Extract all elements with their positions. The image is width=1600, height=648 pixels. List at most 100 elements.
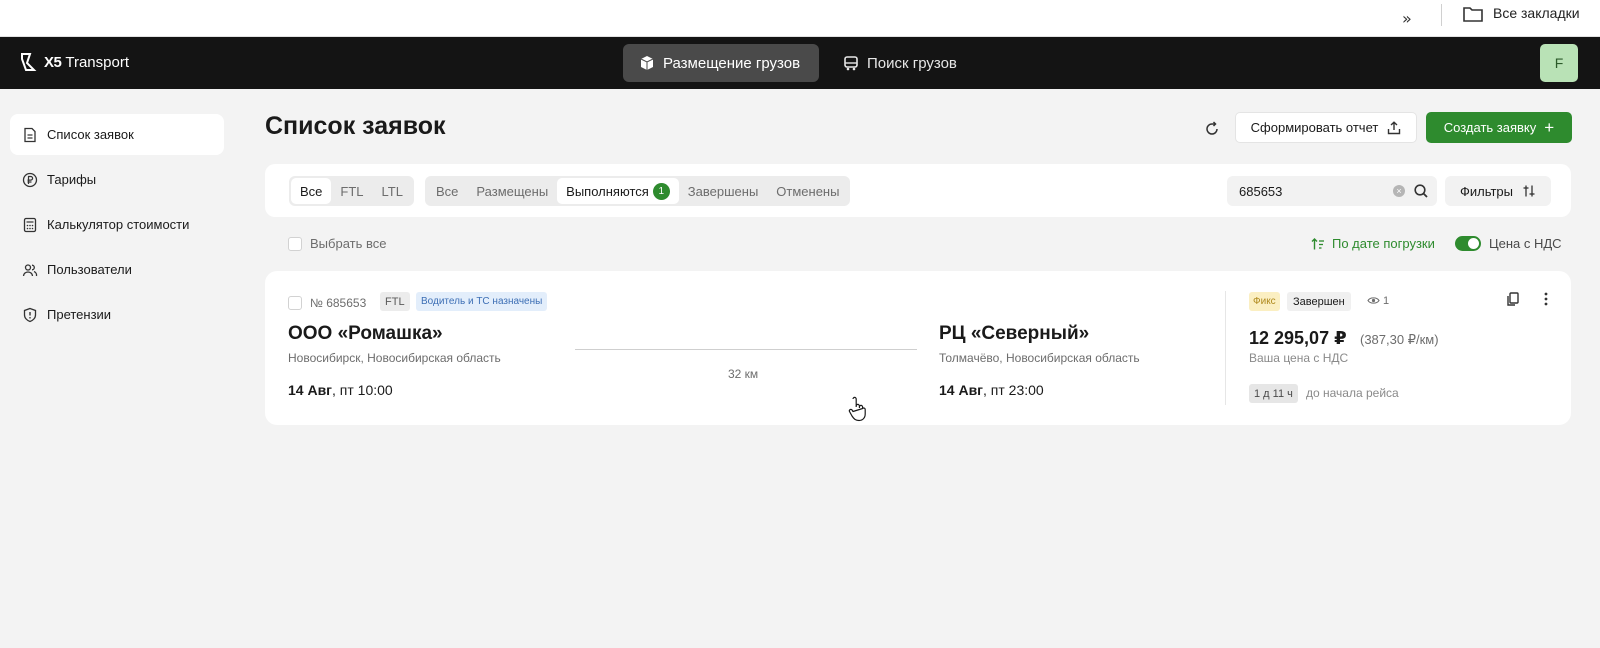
upload-icon <box>1388 120 1401 134</box>
sender-name: ООО «Ромашка» <box>288 323 443 344</box>
vat-price-toggle[interactable]: Цена с НДС <box>1455 236 1562 251</box>
time-to-start-tag: 1 д 11 ч <box>1249 384 1298 403</box>
refresh-button[interactable] <box>1200 117 1224 141</box>
price-type-tag: Фикс <box>1249 292 1280 311</box>
unloading-datetime: 14 Авг, пт 23:00 <box>939 382 1044 398</box>
views-counter: 1 <box>1367 294 1389 307</box>
users-icon <box>22 263 38 276</box>
order-checkbox[interactable] <box>288 296 302 310</box>
tab-label: Выполняются <box>566 183 649 199</box>
count-badge: 1 <box>652 182 670 200</box>
sidebar-item-calculator[interactable]: Калькулятор стоимости <box>10 204 224 245</box>
user-avatar[interactable]: F <box>1540 44 1578 82</box>
receiver-name: РЦ «Северный» <box>939 323 1090 344</box>
ruble-coin-icon <box>22 172 38 187</box>
sort-label: По дате погрузки <box>1332 236 1435 251</box>
tab-type-ltl[interactable]: LTL <box>373 178 412 204</box>
calculator-icon <box>23 217 37 232</box>
select-all[interactable]: Выбрать все <box>288 236 386 251</box>
document-icon <box>24 127 36 142</box>
loading-date: 14 Авг <box>288 382 333 398</box>
price-per-km: (387,30 ₽/км) <box>1360 332 1439 347</box>
order-price: 12 295,07 ₽ <box>1249 328 1347 348</box>
sort-icon <box>1311 237 1324 249</box>
tab-type-ftl[interactable]: FTL <box>331 178 372 204</box>
copy-icon[interactable] <box>1505 291 1521 307</box>
sidebar-item-claims[interactable]: Претензии <box>10 294 224 335</box>
select-all-label: Выбрать все <box>310 236 387 251</box>
select-all-checkbox[interactable] <box>288 236 302 251</box>
search-input[interactable] <box>1239 183 1379 199</box>
box-icon <box>640 56 654 70</box>
sidebar-item-orders[interactable]: Список заявок <box>10 114 224 155</box>
search-field: × <box>1227 176 1437 206</box>
sender-city: Новосибирск, Новосибирская область <box>288 351 501 365</box>
search-icon[interactable] <box>1413 183 1429 199</box>
plus-icon: + <box>1544 118 1555 137</box>
time-to-start-caption: до начала рейса <box>1306 386 1399 400</box>
more-vertical-icon[interactable] <box>1538 291 1554 307</box>
unloading-time: , пт 23:00 <box>983 382 1044 398</box>
order-number: № 685653 <box>310 296 367 310</box>
transport-type-tag: FTL <box>380 292 410 311</box>
loading-time: , пт 10:00 <box>332 382 393 398</box>
route-line <box>575 349 917 350</box>
vat-toggle-label: Цена с НДС <box>1489 236 1562 251</box>
page-title: Список заявок <box>265 112 446 140</box>
tab-cargo-search[interactable]: Поиск грузов <box>827 44 977 82</box>
unloading-date: 14 Авг <box>939 382 984 398</box>
clear-icon[interactable]: × <box>1393 185 1405 197</box>
x5-transport-logo[interactable]: X5 Transport <box>20 51 129 73</box>
all-bookmarks-link[interactable]: Все закладки <box>1493 4 1580 22</box>
tab-status-placed[interactable]: Размещены <box>467 178 557 204</box>
chevron-double-right-icon[interactable]: » <box>1402 9 1412 28</box>
filters-button[interactable]: Фильтры <box>1445 176 1551 206</box>
tab-label: Поиск грузов <box>867 54 957 72</box>
status-tabs: Все Размещены Выполняются 1 Завершены От… <box>425 176 851 206</box>
tab-status-all[interactable]: Все <box>427 178 467 204</box>
logo-brand: X5 <box>44 53 62 71</box>
top-navigation-bar: X5 Transport Размещение грузов Поиск гру… <box>0 37 1600 89</box>
report-button-label: Сформировать отчет <box>1250 120 1379 135</box>
transport-type-tabs: Все FTL LTL <box>289 176 414 206</box>
refresh-icon <box>1206 121 1218 135</box>
create-order-button[interactable]: Создать заявку + <box>1426 112 1572 143</box>
toggle-switch[interactable] <box>1455 236 1481 251</box>
sidebar-item-tariffs[interactable]: Тарифы <box>10 159 224 200</box>
tab-status-in-progress[interactable]: Выполняются 1 <box>557 178 679 204</box>
folder-icon[interactable] <box>1462 3 1484 25</box>
card-divider <box>1225 291 1226 405</box>
shield-alert-icon <box>23 307 37 322</box>
loading-datetime: 14 Авг, пт 10:00 <box>288 382 393 398</box>
bookmarks-separator <box>1441 4 1442 26</box>
sidebar-item-label: Список заявок <box>47 127 134 142</box>
tab-type-all[interactable]: Все <box>291 178 332 204</box>
sidebar: Список заявок Тарифы Калькулятор стоимос… <box>10 114 224 339</box>
tab-cargo-placement[interactable]: Размещение грузов <box>623 44 819 82</box>
sidebar-item-users[interactable]: Пользователи <box>10 249 224 290</box>
sidebar-item-label: Пользователи <box>47 262 132 277</box>
sidebar-item-label: Тарифы <box>47 172 97 187</box>
order-state-tag: Завершен <box>1287 292 1351 311</box>
filter-bar: Все FTL LTL Все Размещены Выполняются 1 … <box>265 164 1571 217</box>
tab-status-completed[interactable]: Завершены <box>679 178 767 204</box>
sliders-icon <box>1523 185 1535 197</box>
price-caption: Ваша цена с НДС <box>1249 351 1349 365</box>
hand-pointer-icon <box>848 396 866 422</box>
receiver-city: Толмачёво, Новосибирская область <box>939 351 1140 365</box>
tab-status-cancelled[interactable]: Отменены <box>767 178 848 204</box>
views-count: 1 <box>1383 294 1390 307</box>
create-button-label: Создать заявку <box>1443 120 1537 135</box>
sidebar-item-label: Калькулятор стоимости <box>47 217 190 232</box>
logo-mark-icon <box>21 53 37 71</box>
assignment-status-tag: Водитель и ТС назначены <box>416 292 548 311</box>
sidebar-item-label: Претензии <box>47 307 112 322</box>
filters-button-label: Фильтры <box>1459 183 1513 199</box>
truck-icon <box>844 56 858 71</box>
eye-icon <box>1367 297 1380 304</box>
logo-text: Transport <box>65 53 129 71</box>
tab-label: Размещение грузов <box>663 54 801 72</box>
sort-by-loading-date[interactable]: По дате погрузки <box>1311 236 1435 251</box>
order-card[interactable]: № 685653 FTL Водитель и ТС назначены ООО… <box>265 271 1571 425</box>
generate-report-button[interactable]: Сформировать отчет <box>1235 112 1417 143</box>
